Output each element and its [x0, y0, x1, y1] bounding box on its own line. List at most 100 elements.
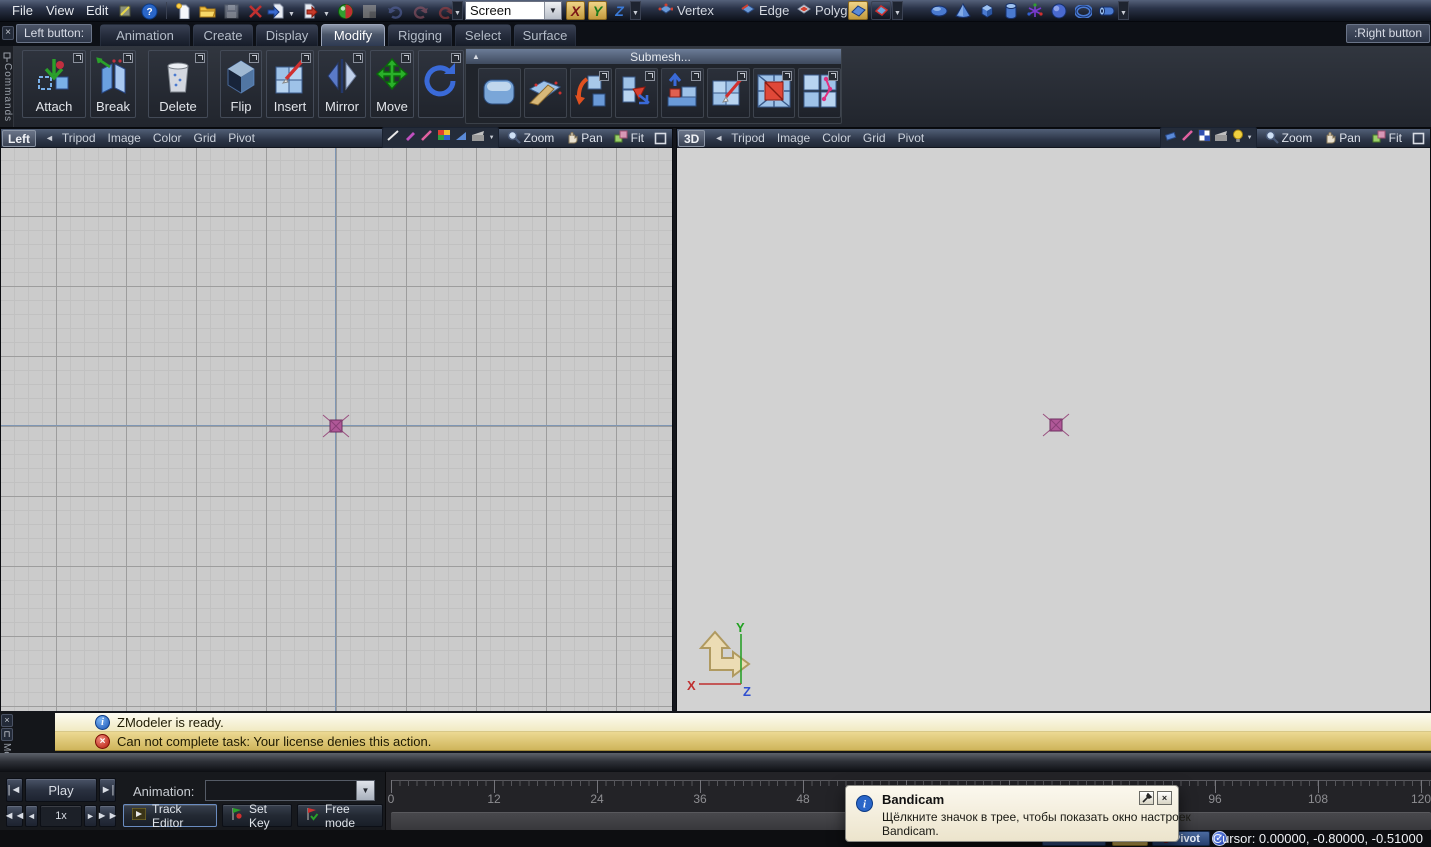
- import-dropdown-icon[interactable]: ▼: [286, 1, 297, 20]
- notification-close-icon[interactable]: ×: [1157, 791, 1172, 805]
- arrow-left-icon[interactable]: ◄: [45, 133, 54, 143]
- chevron-down-icon[interactable]: ▼: [489, 135, 495, 141]
- tab-display[interactable]: Display: [256, 24, 318, 46]
- zoom-button[interactable]: Zoom: [1262, 130, 1316, 147]
- detach-button[interactable]: [570, 68, 613, 118]
- expand-corner-icon[interactable]: [123, 53, 133, 63]
- primitive-torus-icon[interactable]: [1073, 2, 1093, 20]
- vp-menu-color[interactable]: Color: [153, 131, 182, 145]
- fast-forward-button[interactable]: ►►: [99, 805, 116, 827]
- undo-icon[interactable]: [386, 2, 404, 20]
- arrow-left-icon[interactable]: ◄: [714, 133, 723, 143]
- weld-button[interactable]: [798, 68, 841, 118]
- axis-x-button[interactable]: X: [566, 1, 585, 20]
- animation-select[interactable]: ▼: [205, 780, 375, 801]
- open-folder-icon[interactable]: [198, 2, 216, 20]
- play-button[interactable]: Play: [25, 778, 97, 802]
- axis-y-button[interactable]: Y: [588, 1, 607, 20]
- perspective-viewport-name[interactable]: 3D: [678, 130, 705, 147]
- redo-alt-icon[interactable]: [412, 2, 430, 20]
- pin-icon[interactable]: ⊓: [1, 728, 13, 741]
- expand-corner-icon[interactable]: [195, 53, 205, 63]
- help-icon[interactable]: ?: [140, 2, 158, 20]
- extrude-button[interactable]: [615, 68, 658, 118]
- fit-button[interactable]: Fit: [1369, 130, 1405, 146]
- pencil-icon[interactable]: [1181, 129, 1195, 147]
- triangulate-button[interactable]: [753, 68, 796, 118]
- expand-corner-icon[interactable]: [401, 53, 411, 63]
- vertex-mode-button[interactable]: Vertex: [658, 1, 714, 20]
- save-icon[interactable]: [222, 2, 240, 20]
- close-icon[interactable]: ×: [2, 26, 14, 40]
- chevron-down-icon[interactable]: ▼: [1247, 135, 1253, 141]
- tab-select[interactable]: Select: [455, 24, 511, 46]
- primitive-cylinder-icon[interactable]: [1001, 2, 1021, 20]
- screen-select-dropdown-icon[interactable]: ▼: [544, 2, 561, 19]
- paint-button[interactable]: [524, 68, 567, 118]
- material-sphere-icon[interactable]: [336, 2, 354, 20]
- set-key-button[interactable]: Set Key: [222, 804, 292, 827]
- menu-edit[interactable]: Edit: [82, 2, 112, 20]
- maximize-icon[interactable]: [652, 131, 668, 146]
- tab-animation[interactable]: Animation: [100, 24, 190, 46]
- vp-menu-color[interactable]: Color: [822, 131, 851, 145]
- pivot-marker[interactable]: [1041, 412, 1071, 438]
- tab-rigging[interactable]: Rigging: [388, 24, 452, 46]
- expand-corner-icon[interactable]: [828, 71, 838, 81]
- import-icon[interactable]: [266, 2, 284, 20]
- expand-corner-icon[interactable]: [782, 71, 792, 81]
- primitive-tube-icon[interactable]: [1097, 2, 1117, 20]
- vp-menu-pivot[interactable]: Pivot: [228, 131, 255, 145]
- left-viewport-canvas[interactable]: [1, 148, 672, 711]
- new-file-icon[interactable]: [174, 2, 192, 20]
- select-poly-toggle[interactable]: [848, 1, 868, 20]
- expand-corner-icon[interactable]: [301, 53, 311, 63]
- eraser-icon[interactable]: [1164, 129, 1178, 147]
- primitive-cone-icon[interactable]: [953, 2, 973, 20]
- free-mode-button[interactable]: Free mode: [297, 804, 383, 827]
- collapse-icon[interactable]: ▲: [466, 52, 480, 61]
- fit-button[interactable]: Fit: [611, 130, 647, 146]
- expand-corner-icon[interactable]: [451, 53, 461, 63]
- settings-icon[interactable]: [116, 2, 134, 20]
- left-viewport-name[interactable]: Left: [2, 130, 36, 147]
- expand-corner-icon[interactable]: [737, 71, 747, 81]
- flip-button[interactable]: Flip: [220, 50, 262, 118]
- menu-view[interactable]: View: [42, 2, 78, 20]
- zoom-button[interactable]: Zoom: [504, 130, 558, 147]
- axis-z-button[interactable]: Z: [610, 1, 629, 20]
- axis-dropdown-icon[interactable]: ▼: [630, 1, 641, 20]
- rewind-button[interactable]: ◄◄: [6, 805, 23, 827]
- expand-corner-icon[interactable]: [599, 71, 609, 81]
- expand-corner-icon[interactable]: [645, 71, 655, 81]
- texture-icon[interactable]: [360, 2, 378, 20]
- tab-surface[interactable]: Surface: [514, 24, 576, 46]
- export-icon[interactable]: [300, 2, 318, 20]
- edge-mode-button[interactable]: Edge: [740, 1, 789, 20]
- primitives-dropdown-icon[interactable]: ▼: [1118, 1, 1129, 20]
- vp-menu-pivot[interactable]: Pivot: [898, 131, 925, 145]
- export-dropdown-icon[interactable]: ▼: [321, 1, 332, 20]
- track-editor-button[interactable]: Track Editor: [123, 804, 217, 827]
- expand-corner-icon[interactable]: [249, 53, 259, 63]
- menu-file[interactable]: File: [8, 2, 37, 20]
- insert-button[interactable]: Insert: [266, 50, 314, 118]
- render-icon[interactable]: [471, 129, 486, 147]
- expand-corner-icon[interactable]: [691, 71, 701, 81]
- mirror-button[interactable]: Mirror: [318, 50, 366, 118]
- close-icon[interactable]: ×: [1, 714, 13, 727]
- eraser-icon[interactable]: [454, 129, 468, 147]
- render-icon[interactable]: [1214, 129, 1229, 147]
- primitive-cube-icon[interactable]: [977, 2, 997, 20]
- pan-button[interactable]: Pan: [562, 130, 605, 147]
- attach-button[interactable]: Attach: [22, 50, 86, 118]
- speed-up-button[interactable]: ►: [84, 805, 97, 827]
- vp-menu-image[interactable]: Image: [777, 131, 810, 145]
- delete-button[interactable]: Delete: [148, 50, 208, 118]
- select-marked-toggle[interactable]: [871, 1, 891, 20]
- select-dropdown-icon[interactable]: ▼: [892, 1, 903, 20]
- light-bulb-icon[interactable]: [1232, 129, 1244, 148]
- checker-icon[interactable]: [1198, 129, 1211, 147]
- pan-button[interactable]: Pan: [1320, 130, 1363, 147]
- skip-start-button[interactable]: |◄: [6, 778, 23, 802]
